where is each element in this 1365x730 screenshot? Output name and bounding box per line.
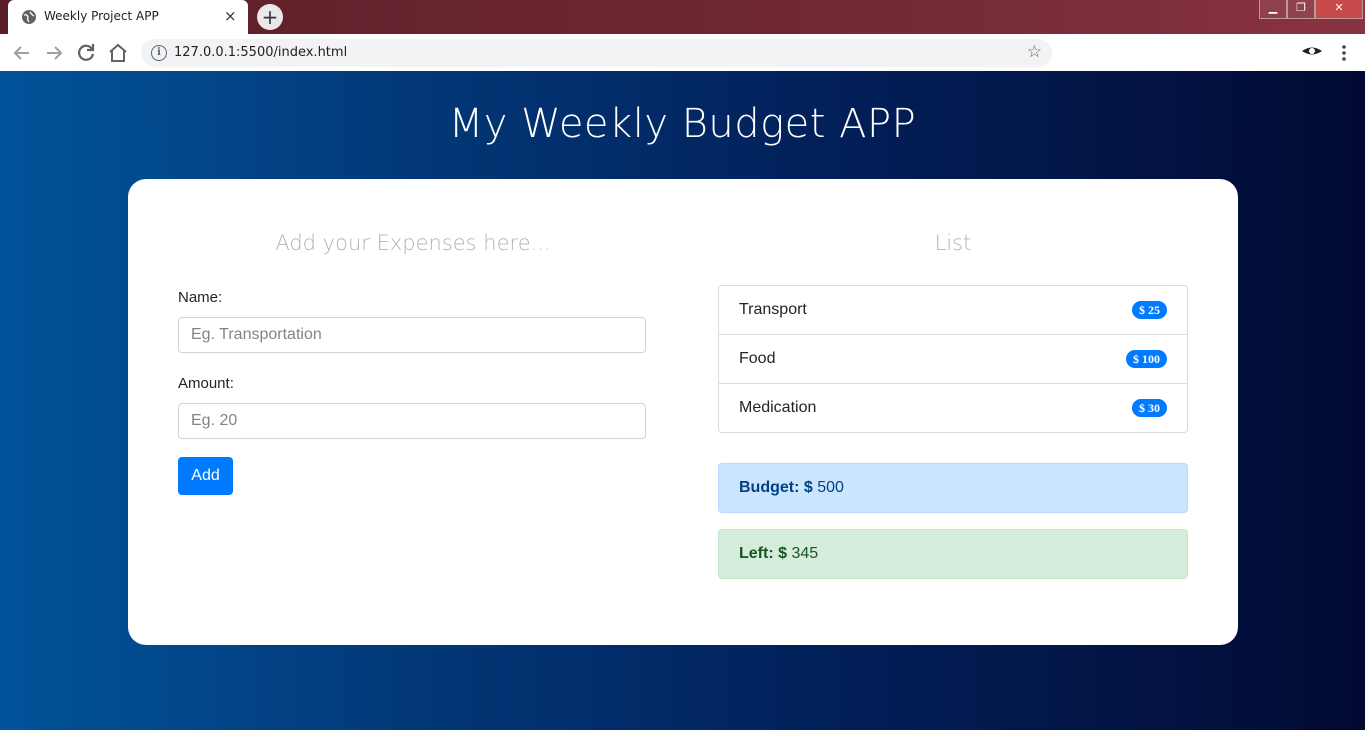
- budget-value: 500: [817, 479, 844, 496]
- reload-icon[interactable]: [74, 41, 98, 65]
- list-item: Medication $ 30: [719, 384, 1187, 432]
- budget-alert: Budget: $ 500: [718, 463, 1188, 513]
- new-tab-button[interactable]: +: [257, 4, 283, 30]
- budget-label: Budget: $: [739, 479, 813, 496]
- browser-titlebar: Weekly Project APP × + ▁ ❐ ✕: [0, 0, 1365, 34]
- list-item: Transport $ 25: [719, 286, 1187, 335]
- list-item: Food $ 100: [719, 335, 1187, 384]
- page-background: My Weekly Budget APP Add your Expenses h…: [0, 71, 1365, 730]
- expense-name: Transport: [739, 301, 807, 318]
- tab-title: Weekly Project APP: [44, 9, 159, 23]
- browser-tab[interactable]: Weekly Project APP ×: [8, 0, 248, 34]
- expense-amount-badge: $ 30: [1132, 399, 1167, 417]
- page-title: My Weekly Budget APP: [448, 101, 917, 147]
- amount-input[interactable]: [178, 403, 646, 439]
- name-label: Name:: [178, 289, 223, 306]
- extension-icon[interactable]: [1301, 45, 1323, 59]
- list-heading: List: [934, 231, 972, 255]
- expense-name: Food: [739, 350, 776, 367]
- address-bar[interactable]: i 127.0.0.1:5500/index.html ☆: [141, 39, 1052, 67]
- restore-button[interactable]: ❐: [1287, 0, 1315, 19]
- left-value: 345: [791, 545, 819, 562]
- minimize-button[interactable]: ▁: [1259, 0, 1287, 19]
- amount-label: Amount:: [178, 375, 234, 392]
- home-icon[interactable]: [106, 41, 130, 65]
- window-controls: ▁ ❐ ✕: [1259, 0, 1363, 19]
- add-button[interactable]: Add: [178, 457, 233, 495]
- globe-icon: [22, 10, 36, 24]
- close-icon[interactable]: ×: [224, 7, 237, 25]
- window-close-button[interactable]: ✕: [1315, 0, 1363, 19]
- expense-list: Transport $ 25 Food $ 100 Medication $ 3…: [718, 285, 1188, 433]
- info-icon[interactable]: i: [151, 45, 167, 61]
- expense-amount-badge: $ 25: [1132, 301, 1167, 319]
- form-heading: Add your Expenses here...: [275, 231, 551, 255]
- back-arrow-icon[interactable]: [10, 41, 34, 65]
- name-input[interactable]: [178, 317, 646, 353]
- forward-arrow-icon[interactable]: [42, 41, 66, 65]
- browser-toolbar: i 127.0.0.1:5500/index.html ☆: [0, 34, 1365, 72]
- left-label: Left: $: [739, 545, 787, 562]
- budget-card: Add your Expenses here... Name: Amount: …: [128, 179, 1238, 645]
- menu-icon[interactable]: [1338, 44, 1350, 62]
- left-alert: Left: $ 345: [718, 529, 1188, 579]
- expense-amount-badge: $ 100: [1126, 350, 1167, 368]
- expense-name: Medication: [739, 399, 817, 416]
- bookmark-star-icon[interactable]: ☆: [1027, 42, 1042, 62]
- url-text[interactable]: 127.0.0.1:5500/index.html: [174, 45, 347, 60]
